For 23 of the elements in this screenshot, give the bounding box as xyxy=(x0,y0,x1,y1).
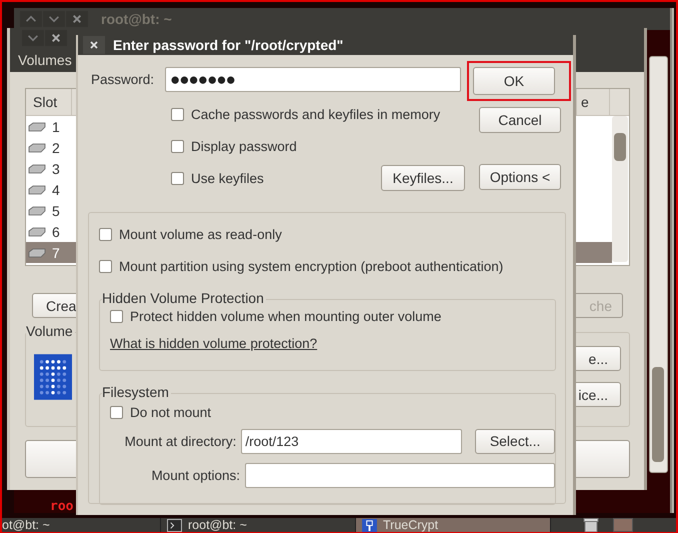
terminal-prompt: roo xyxy=(50,499,74,514)
dialog-title: Enter password for "/root/crypted" xyxy=(113,37,344,53)
checkbox-label: Display password xyxy=(191,138,297,154)
checkbox-label: Mount partition using system encryption (preboot authentication) xyxy=(119,258,504,274)
slot-number: 2 xyxy=(52,140,60,156)
checkbox-label: Cache passwords and keyfiles in memory xyxy=(191,106,440,122)
window-title: root@bt: ~ xyxy=(101,11,172,27)
group-label: Volume xyxy=(26,323,75,339)
slot-number: 6 xyxy=(52,224,60,240)
slot-number: 1 xyxy=(52,118,60,134)
slot-number: 4 xyxy=(52,182,60,198)
password-label: Password: xyxy=(91,72,156,87)
options-label: Mount options: xyxy=(150,468,241,482)
checkbox-label: Do not mount xyxy=(130,404,212,420)
group-title: Filesystem xyxy=(102,384,171,400)
slot-number: 7 xyxy=(52,244,60,260)
checkbox-label: Protect hidden volume when mounting outer volume xyxy=(130,308,442,324)
slot-number: 5 xyxy=(52,202,60,218)
group-title: Hidden Volume Protection xyxy=(102,290,266,306)
directory-label: Mount at directory: xyxy=(124,434,238,448)
slot-number: 3 xyxy=(52,160,60,176)
checkbox-label: Mount volume as read-only xyxy=(119,226,282,242)
checkbox-label: Use keyfiles xyxy=(191,170,264,186)
